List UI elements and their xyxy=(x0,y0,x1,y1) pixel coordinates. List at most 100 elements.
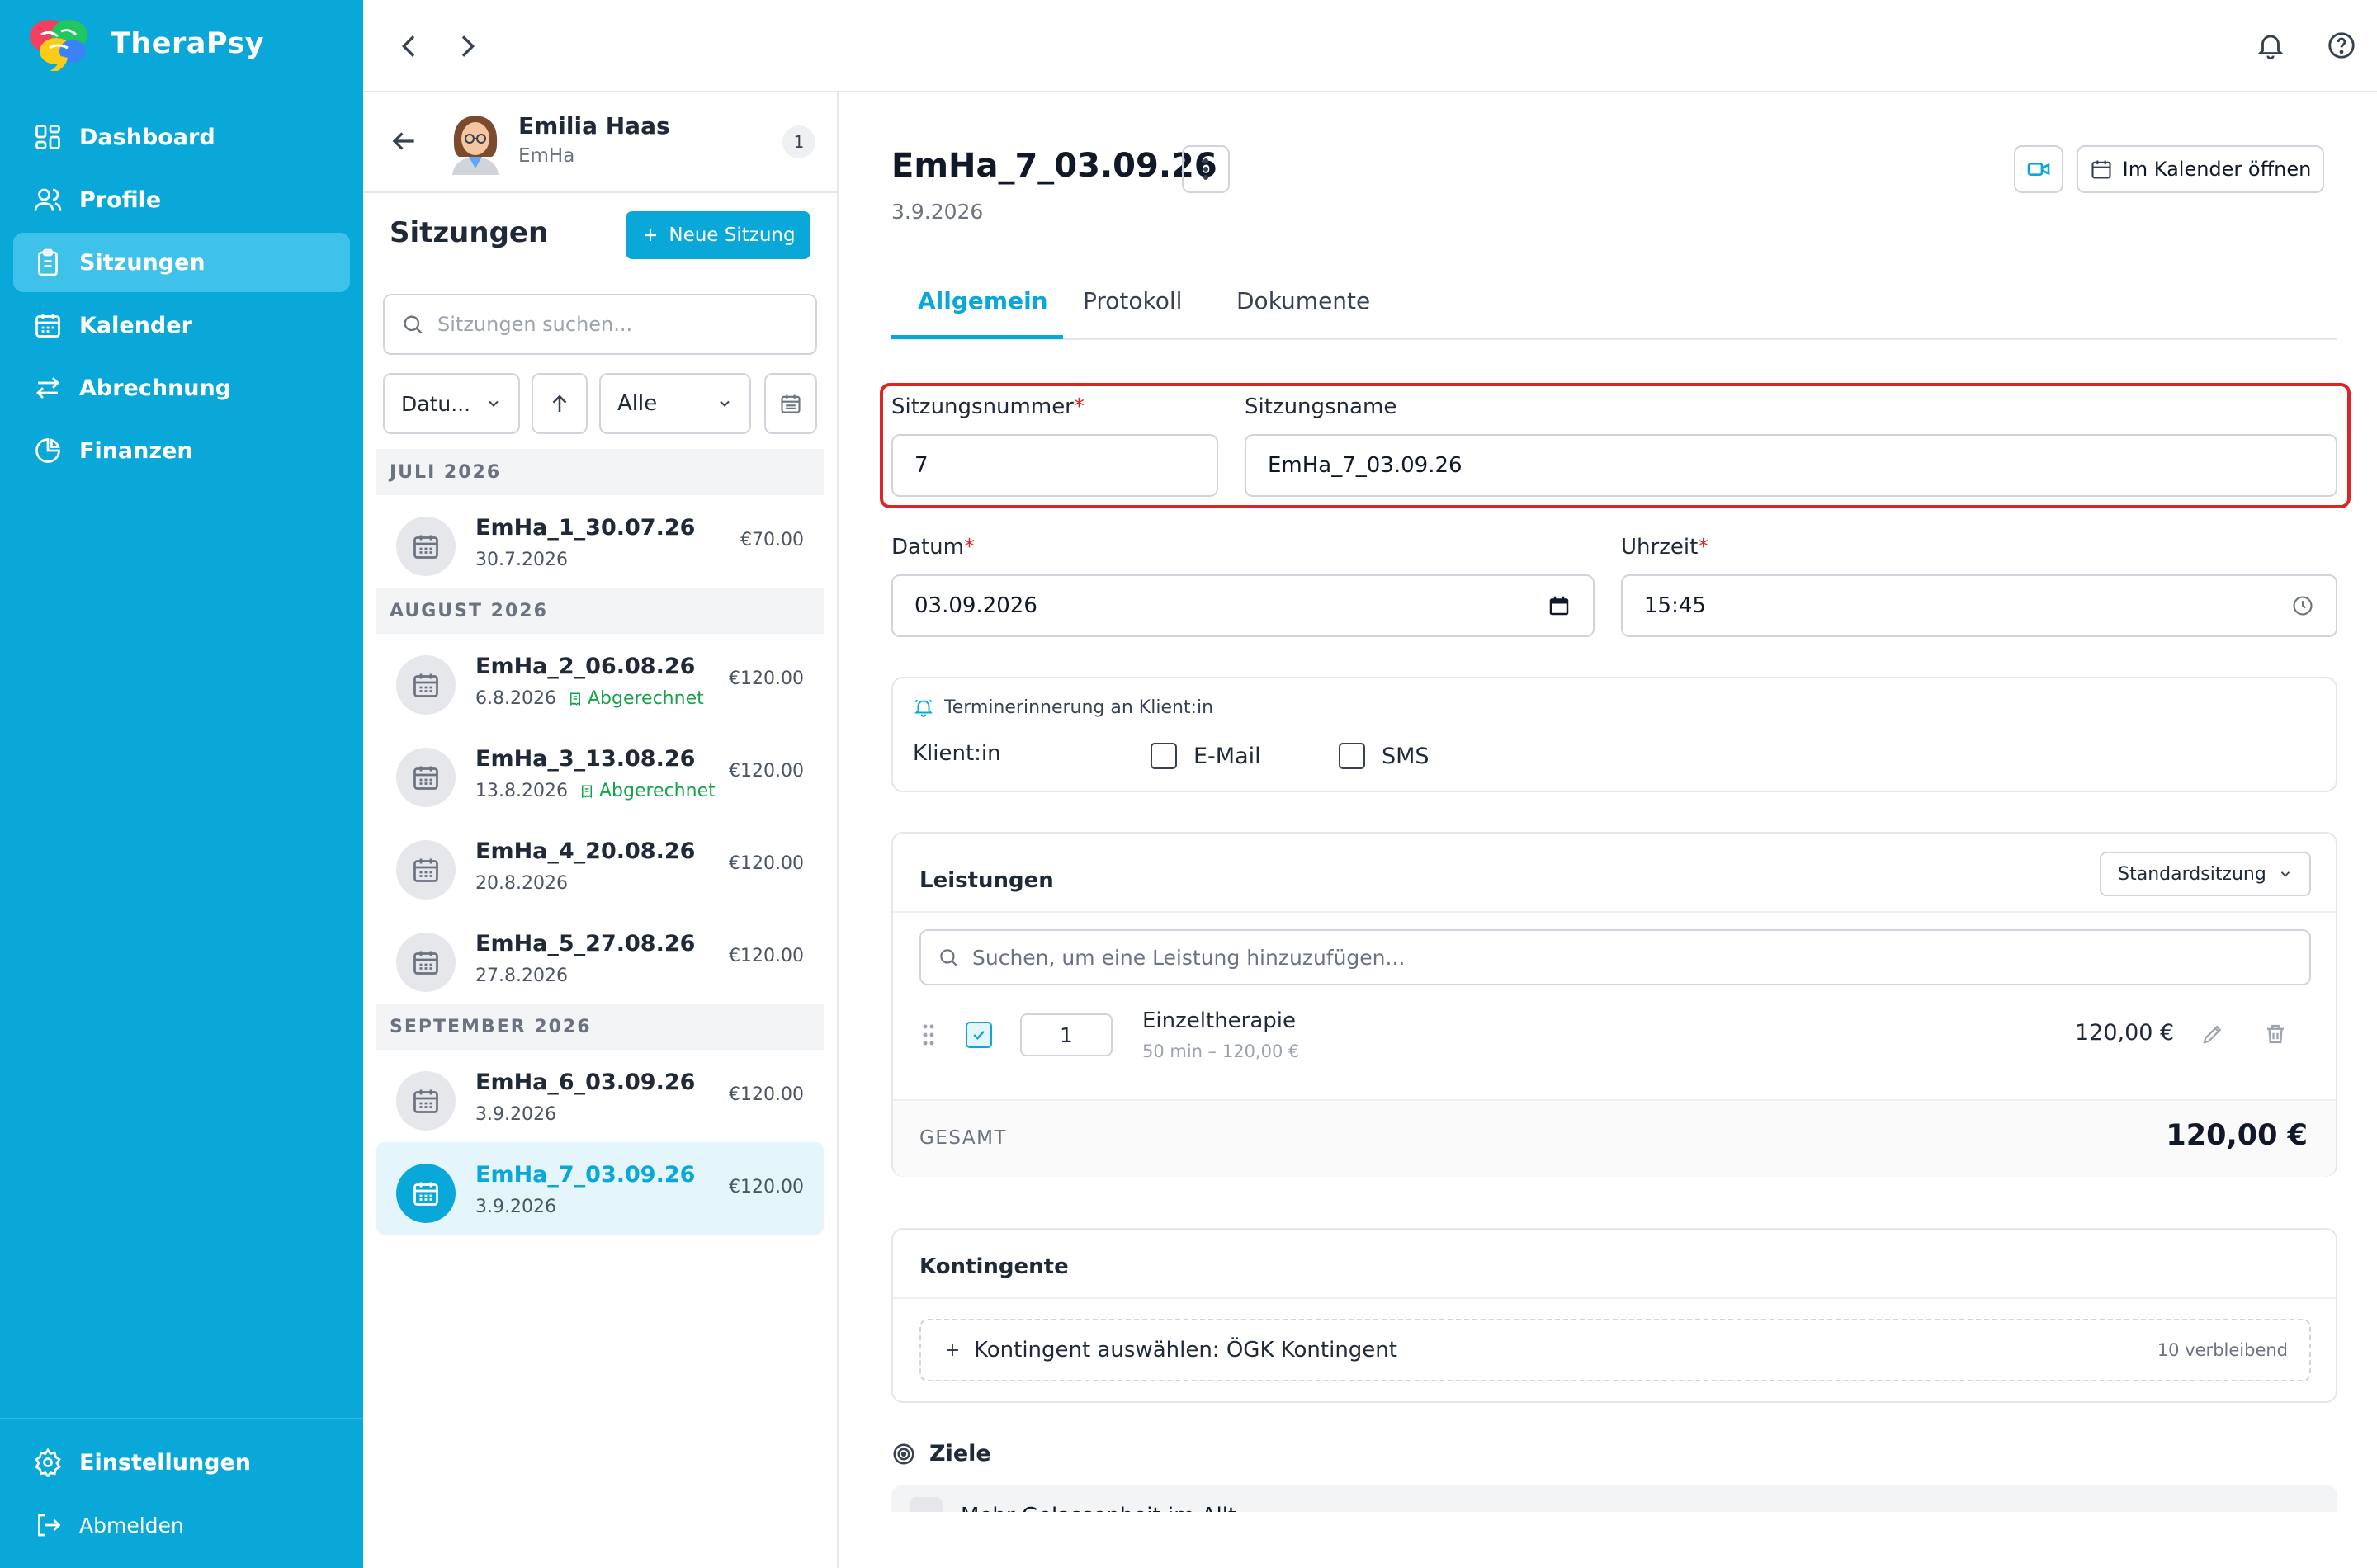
session-search-input[interactable]: Sitzungen suchen... xyxy=(383,294,817,355)
new-session-label: Neue Sitzung xyxy=(669,224,796,246)
new-session-button[interactable]: Neue Sitzung xyxy=(626,211,810,259)
nav-item-sitzungen[interactable]: Sitzungen xyxy=(13,233,350,292)
filter-select[interactable]: Alle xyxy=(599,373,751,434)
session-row[interactable]: EmHa_4_20.08.26 20.8.2026 €120.00 xyxy=(376,819,824,911)
session-date-text: 6.8.2026 xyxy=(475,688,556,709)
nav-item-abrechnung[interactable]: Abrechnung xyxy=(13,358,350,418)
more-options-button[interactable] xyxy=(1182,145,1230,193)
calendar-icon xyxy=(396,933,456,992)
status-badge: Abgerechnet xyxy=(568,688,704,709)
date-filter-button[interactable] xyxy=(764,373,817,434)
session-name: EmHa_3_13.08.26 xyxy=(475,746,696,772)
service-checkbox[interactable] xyxy=(966,1022,992,1048)
session-name: EmHa_4_20.08.26 xyxy=(475,838,696,864)
sort-select[interactable]: Datu... xyxy=(383,373,520,434)
reminder-title-text: Terminerinnerung an Klient:in xyxy=(944,697,1214,718)
sms-checkbox[interactable] xyxy=(1339,743,1365,769)
back-arrow-icon[interactable] xyxy=(393,30,426,63)
sms-checkbox-row[interactable]: SMS xyxy=(1339,743,1430,769)
quotas-card: Kontingente Kontingent auswählen: ÖGK Ko… xyxy=(891,1228,2337,1403)
drag-handle-icon[interactable] xyxy=(923,1023,934,1046)
status-text: Abgerechnet xyxy=(587,688,704,709)
nav-item-profile[interactable]: Profile xyxy=(13,170,350,229)
scroll-fade xyxy=(839,1512,2377,1568)
session-name: EmHa_1_30.07.26 xyxy=(475,515,696,541)
session-date-text: 20.8.2026 xyxy=(475,873,568,894)
open-calendar-button[interactable]: Im Kalender öffnen xyxy=(2077,145,2324,193)
service-price: 120,00 € xyxy=(2075,1020,2175,1046)
session-name: EmHa_5_27.08.26 xyxy=(475,931,696,956)
select-quota-button[interactable]: Kontingent auswählen: ÖGK Kontingent 10 … xyxy=(919,1319,2311,1381)
session-price: €120.00 xyxy=(729,853,804,874)
sort-direction-button[interactable] xyxy=(532,373,588,434)
quantity-input[interactable]: 1 xyxy=(1020,1013,1113,1056)
date-input[interactable]: 03.09.2026 xyxy=(891,574,1595,637)
email-label: E-Mail xyxy=(1193,743,1261,769)
nav-item-dashboard[interactable]: Dashboard xyxy=(13,107,350,167)
nav-item-abmelden[interactable]: Abmelden xyxy=(13,1495,350,1555)
session-row[interactable]: EmHa_2_06.08.26 6.8.2026 Abgerechnet €12… xyxy=(376,634,824,726)
select-quota-content: Kontingent auswählen: ÖGK Kontingent xyxy=(943,1338,1397,1363)
nav-item-finanzen[interactable]: Finanzen xyxy=(13,421,350,480)
sidebar-divider xyxy=(0,1418,363,1419)
calendar-icon xyxy=(2090,158,2113,181)
target-icon xyxy=(891,1442,916,1466)
clipboard-icon xyxy=(33,248,63,277)
session-date: 3.9.2026 xyxy=(475,1104,556,1125)
email-checkbox[interactable] xyxy=(1151,743,1177,769)
template-select[interactable]: Standardsitzung xyxy=(2100,852,2311,896)
tab-allgemein[interactable]: Allgemein xyxy=(918,287,1048,314)
nav-item-einstellungen[interactable]: Einstellungen xyxy=(13,1433,350,1492)
pencil-edit-icon[interactable] xyxy=(2200,1022,2225,1046)
select-quota-text: Kontingent auswählen: ÖGK Kontingent xyxy=(974,1338,1397,1363)
status-badge: Abgerechnet xyxy=(579,781,716,801)
nav-label: Profile xyxy=(79,187,162,213)
forward-arrow-icon[interactable] xyxy=(451,30,484,63)
session-name: EmHa_2_06.08.26 xyxy=(475,654,696,679)
session-number-input[interactable]: 7 xyxy=(891,434,1218,497)
required-marker: * xyxy=(963,535,975,560)
session-title: EmHa_7_03.09.26 xyxy=(891,147,1217,185)
session-row[interactable]: EmHa_5_27.08.26 27.8.2026 €120.00 xyxy=(376,911,824,1004)
session-date: 20.8.2026 xyxy=(475,873,568,894)
app-name: TheraPsy xyxy=(111,27,265,60)
services-title: Leistungen xyxy=(919,868,1054,893)
tab-protokoll[interactable]: Protokoll xyxy=(1083,287,1182,314)
tab-dokumente[interactable]: Dokumente xyxy=(1236,287,1370,314)
date-label: Datum* xyxy=(891,535,975,560)
session-row[interactable]: EmHa_3_13.08.26 13.8.2026 Abgerechnet €1… xyxy=(376,726,824,819)
date-label-text: Datum xyxy=(891,535,964,560)
open-calendar-label: Im Kalender öffnen xyxy=(2122,158,2312,181)
session-price: €120.00 xyxy=(729,1177,804,1197)
search-icon xyxy=(938,947,959,968)
time-input[interactable]: 15:45 xyxy=(1621,574,2337,637)
session-name-input[interactable]: EmHa_7_03.09.26 xyxy=(1245,434,2337,497)
service-search-input[interactable]: Suchen, um eine Leistung hinzuzufügen... xyxy=(919,929,2311,985)
calendar-icon xyxy=(396,1071,456,1131)
clock-icon[interactable] xyxy=(2291,594,2314,617)
month-header: SEPTEMBER 2026 xyxy=(376,1004,824,1050)
app-logo[interactable]: TheraPsy xyxy=(25,15,264,73)
back-arrow-icon[interactable] xyxy=(388,125,419,157)
plus-icon xyxy=(640,225,660,245)
session-row[interactable]: EmHa_1_30.07.26 30.7.2026 €70.00 xyxy=(376,495,824,588)
calendar-picker-icon[interactable] xyxy=(1547,593,1571,618)
client-code: EmHa xyxy=(518,145,575,167)
nav-item-kalender[interactable]: Kalender xyxy=(13,295,350,355)
session-subtitle-date: 3.9.2026 xyxy=(891,200,984,224)
help-icon[interactable] xyxy=(2326,30,2357,61)
arrow-up-icon xyxy=(547,391,572,416)
service-name: Einzeltherapie xyxy=(1142,1008,1297,1033)
sms-label: SMS xyxy=(1382,743,1430,769)
bell-icon[interactable] xyxy=(2255,30,2286,61)
email-checkbox-row[interactable]: E-Mail xyxy=(1151,743,1261,769)
session-name-label: Sitzungsname xyxy=(1245,394,1397,419)
video-call-button[interactable] xyxy=(2014,145,2063,193)
session-row[interactable]: EmHa_6_03.09.26 3.9.2026 €120.00 xyxy=(376,1050,824,1142)
reminder-title: Terminerinnerung an Klient:in xyxy=(913,697,1213,718)
trash-icon[interactable] xyxy=(2263,1022,2288,1046)
service-meta: 50 min – 120,00 € xyxy=(1142,1041,1300,1061)
quotas-title: Kontingente xyxy=(919,1254,1069,1279)
session-row-selected[interactable]: EmHa_7_03.09.26 3.9.2026 €120.00 xyxy=(376,1142,824,1235)
calendar-icon xyxy=(33,310,63,340)
